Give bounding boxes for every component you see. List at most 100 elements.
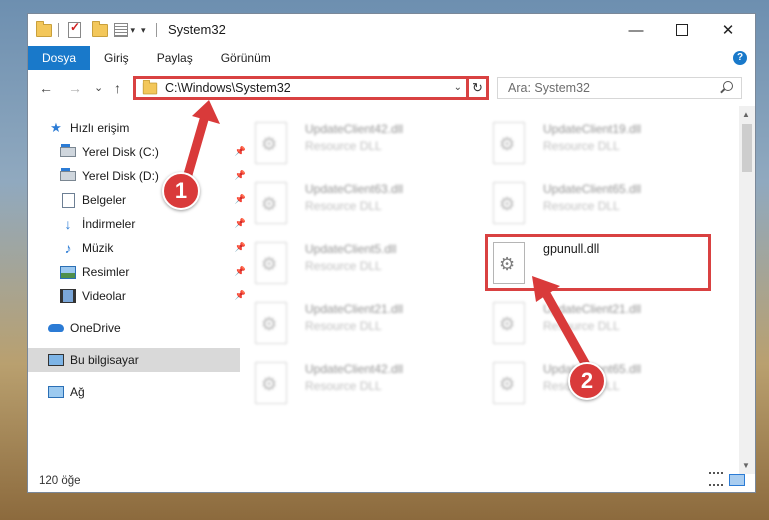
sidebar-item-quick-access[interactable]: ★ Hızlı erişim <box>28 116 240 140</box>
sidebar-item-downloads[interactable]: ↓ İndirmeler 📌 <box>28 212 252 236</box>
file-name: UpdateClient21.dll <box>543 302 642 316</box>
dll-file-icon <box>255 362 287 404</box>
document-icon <box>60 192 76 208</box>
status-bar: 120 öğe <box>28 470 755 492</box>
minimize-button[interactable]: — <box>613 14 659 46</box>
details-view-icon[interactable] <box>709 472 723 486</box>
file-explorer-window: ▾ ▾ System32 — ✕ Dosya Giriş Paylaş Görü… <box>27 13 756 493</box>
dll-file-icon <box>493 362 525 404</box>
file-item[interactable]: UpdateClient42.dll Resource DLL <box>243 118 473 174</box>
music-icon: ♪ <box>64 240 72 256</box>
file-description: Resource DLL <box>543 199 620 213</box>
file-description: Resource DLL <box>305 259 382 273</box>
sidebar-item-onedrive[interactable]: OneDrive <box>28 316 240 340</box>
file-item[interactable]: UpdateClient21.dll Resource DLL <box>481 298 711 354</box>
file-description: Resource DLL <box>305 199 382 213</box>
separator <box>58 20 59 40</box>
close-button[interactable]: ✕ <box>705 14 751 46</box>
file-name: UpdateClient21.dll <box>305 302 404 316</box>
sidebar-item-label: Videolar <box>82 289 126 303</box>
file-name: UpdateClient42.dll <box>305 362 404 376</box>
file-description: Resource DLL <box>305 139 382 153</box>
address-bar[interactable]: C:\Windows\System32 ⌄ <box>133 76 489 100</box>
sidebar-item-documents[interactable]: Belgeler 📌 <box>28 188 252 212</box>
file-item[interactable]: UpdateClient65.dll Resource DLL <box>481 178 711 234</box>
tab-paylas[interactable]: Paylaş <box>143 46 207 70</box>
dll-file-icon <box>493 302 525 344</box>
properties-check-icon[interactable] <box>68 20 81 40</box>
scroll-up-icon[interactable]: ▲ <box>742 110 750 119</box>
sidebar-item-label: Resimler <box>82 265 130 279</box>
sidebar-item-label: Hızlı erişim <box>70 121 130 135</box>
dll-file-icon <box>493 182 525 224</box>
customize-toolbar-icon[interactable]: ▾ <box>114 20 135 40</box>
disk-icon <box>60 144 76 159</box>
sidebar-item-label: İndirmeler <box>82 217 136 231</box>
step-2-badge: 2 <box>568 362 606 400</box>
file-name: UpdateClient42.dll <box>305 122 404 136</box>
sidebar-item-label: Bu bilgisayar <box>70 353 139 367</box>
pictures-icon <box>60 265 76 279</box>
sidebar-item-disk-d[interactable]: Yerel Disk (D:) 📌 <box>28 164 252 188</box>
maximize-button[interactable] <box>659 14 705 46</box>
file-item[interactable]: UpdateClient19.dll Resource DLL <box>481 118 711 174</box>
video-icon <box>60 289 76 303</box>
sidebar-item-network[interactable]: Ağ <box>28 380 240 404</box>
file-list: UpdateClient42.dll Resource DLL UpdateCl… <box>233 112 738 472</box>
dll-file-icon <box>255 302 287 344</box>
search-input[interactable] <box>506 80 710 96</box>
folder-icon <box>142 79 158 94</box>
file-name: UpdateClient63.dll <box>305 182 404 196</box>
file-item[interactable]: UpdateClient42.dll Resource DLL <box>243 358 473 414</box>
file-description: Resource DLL <box>305 319 382 333</box>
up-button[interactable]: ↑ <box>114 80 121 96</box>
sidebar-item-disk-c[interactable]: Yerel Disk (C:) 📌 <box>28 140 252 164</box>
dll-file-icon <box>255 122 287 164</box>
sidebar-item-label: Ağ <box>70 385 85 399</box>
quick-access-dropdown-icon[interactable]: ▾ <box>141 20 146 40</box>
tab-gorunum[interactable]: Görünüm <box>207 46 285 70</box>
file-name: UpdateClient65.dll <box>543 182 642 196</box>
scrollbar-thumb[interactable] <box>742 124 752 172</box>
sidebar-item-videos[interactable]: Videolar 📌 <box>28 284 252 308</box>
refresh-button[interactable]: ↻ <box>466 76 489 100</box>
search-icon[interactable] <box>723 81 733 91</box>
star-icon: ★ <box>50 120 62 135</box>
sidebar-item-label: Yerel Disk (D:) <box>82 169 159 183</box>
sidebar-item-pictures[interactable]: Resimler 📌 <box>28 260 252 284</box>
large-icons-view-icon[interactable] <box>729 474 745 486</box>
window-title: System32 <box>168 22 226 37</box>
search-box[interactable] <box>497 77 742 99</box>
separator <box>156 20 157 40</box>
tab-giris[interactable]: Giriş <box>90 46 143 70</box>
step-1-badge: 1 <box>162 172 200 210</box>
sidebar-item-label: Yerel Disk (C:) <box>82 145 159 159</box>
disk-icon <box>60 168 76 183</box>
vertical-scrollbar[interactable]: ▲ ▼ <box>739 106 755 474</box>
dll-file-icon <box>255 242 287 284</box>
file-item[interactable]: UpdateClient63.dll Resource DLL <box>243 178 473 234</box>
sidebar-item-music[interactable]: ♪ Müzik 📌 <box>28 236 252 260</box>
file-item[interactable]: UpdateClient5.dll Resource DLL <box>243 238 473 294</box>
file-description: Resource DLL <box>543 319 620 333</box>
sidebar-item-this-pc[interactable]: Bu bilgisayar <box>28 348 240 372</box>
tab-dosya[interactable]: Dosya <box>28 46 91 70</box>
chevron-down-icon[interactable]: ⌄ <box>454 82 462 93</box>
network-icon <box>48 385 64 399</box>
file-highlight-box <box>485 234 711 291</box>
dll-file-icon <box>493 122 525 164</box>
help-icon[interactable]: ? <box>733 51 747 65</box>
ribbon-tabs: Dosya Giriş Paylaş Görünüm <box>28 46 755 70</box>
scroll-down-icon[interactable]: ▼ <box>742 461 750 470</box>
cloud-icon <box>48 321 64 335</box>
new-folder-icon[interactable] <box>92 20 108 40</box>
forward-button[interactable]: → <box>68 80 82 96</box>
address-path: C:\Windows\System32 <box>165 81 291 95</box>
back-button[interactable]: ← <box>39 80 53 96</box>
item-count: 120 öğe <box>39 475 81 487</box>
file-item[interactable]: UpdateClient21.dll Resource DLL <box>243 298 473 354</box>
navigation-bar: ← → ⌄ ↑ C:\Windows\System32 ⌄ ↻ <box>28 74 755 104</box>
file-description: Resource DLL <box>305 379 382 393</box>
recent-locations-button[interactable]: ⌄ <box>94 81 103 94</box>
navigation-pane: ★ Hızlı erişim Yerel Disk (C:) 📌 Yerel D… <box>28 112 246 472</box>
